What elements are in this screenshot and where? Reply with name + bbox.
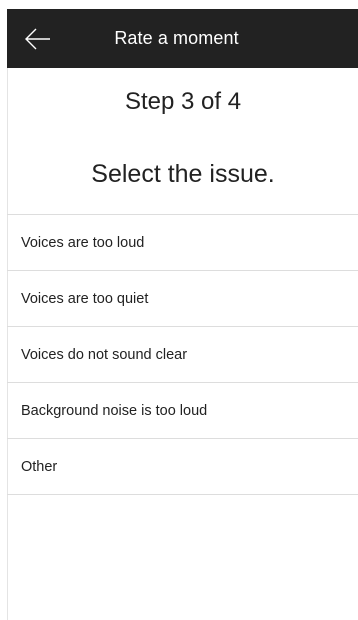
status-strip [0,0,358,9]
issue-option-label: Voices do not sound clear [21,346,188,363]
screen: Rate a moment Step 3 of 4 Select the iss… [0,0,358,620]
issue-option-label: Background noise is too loud [21,402,208,419]
app-bar: Rate a moment [7,9,358,68]
issue-option-voices-too-loud[interactable]: Voices are too loud [7,215,358,271]
issue-option-other[interactable]: Other [7,439,358,495]
issue-option-label: Other [21,458,58,475]
page-title: Rate a moment [114,28,239,48]
issue-option-label: Voices are too loud [21,234,145,251]
issue-option-voices-not-clear[interactable]: Voices do not sound clear [7,327,358,383]
issue-option-background-noise[interactable]: Background noise is too loud [7,383,358,439]
content-area: Step 3 of 4 Select the issue. Voices are… [7,68,358,620]
prompt-heading: Select the issue. [91,160,275,188]
step-indicator: Step 3 of 4 [124,88,242,115]
issue-option-voices-too-quiet[interactable]: Voices are too quiet [7,271,358,327]
issue-list: Voices are too loud Voices are too quiet… [7,214,358,495]
issue-option-label: Voices are too quiet [21,290,149,307]
